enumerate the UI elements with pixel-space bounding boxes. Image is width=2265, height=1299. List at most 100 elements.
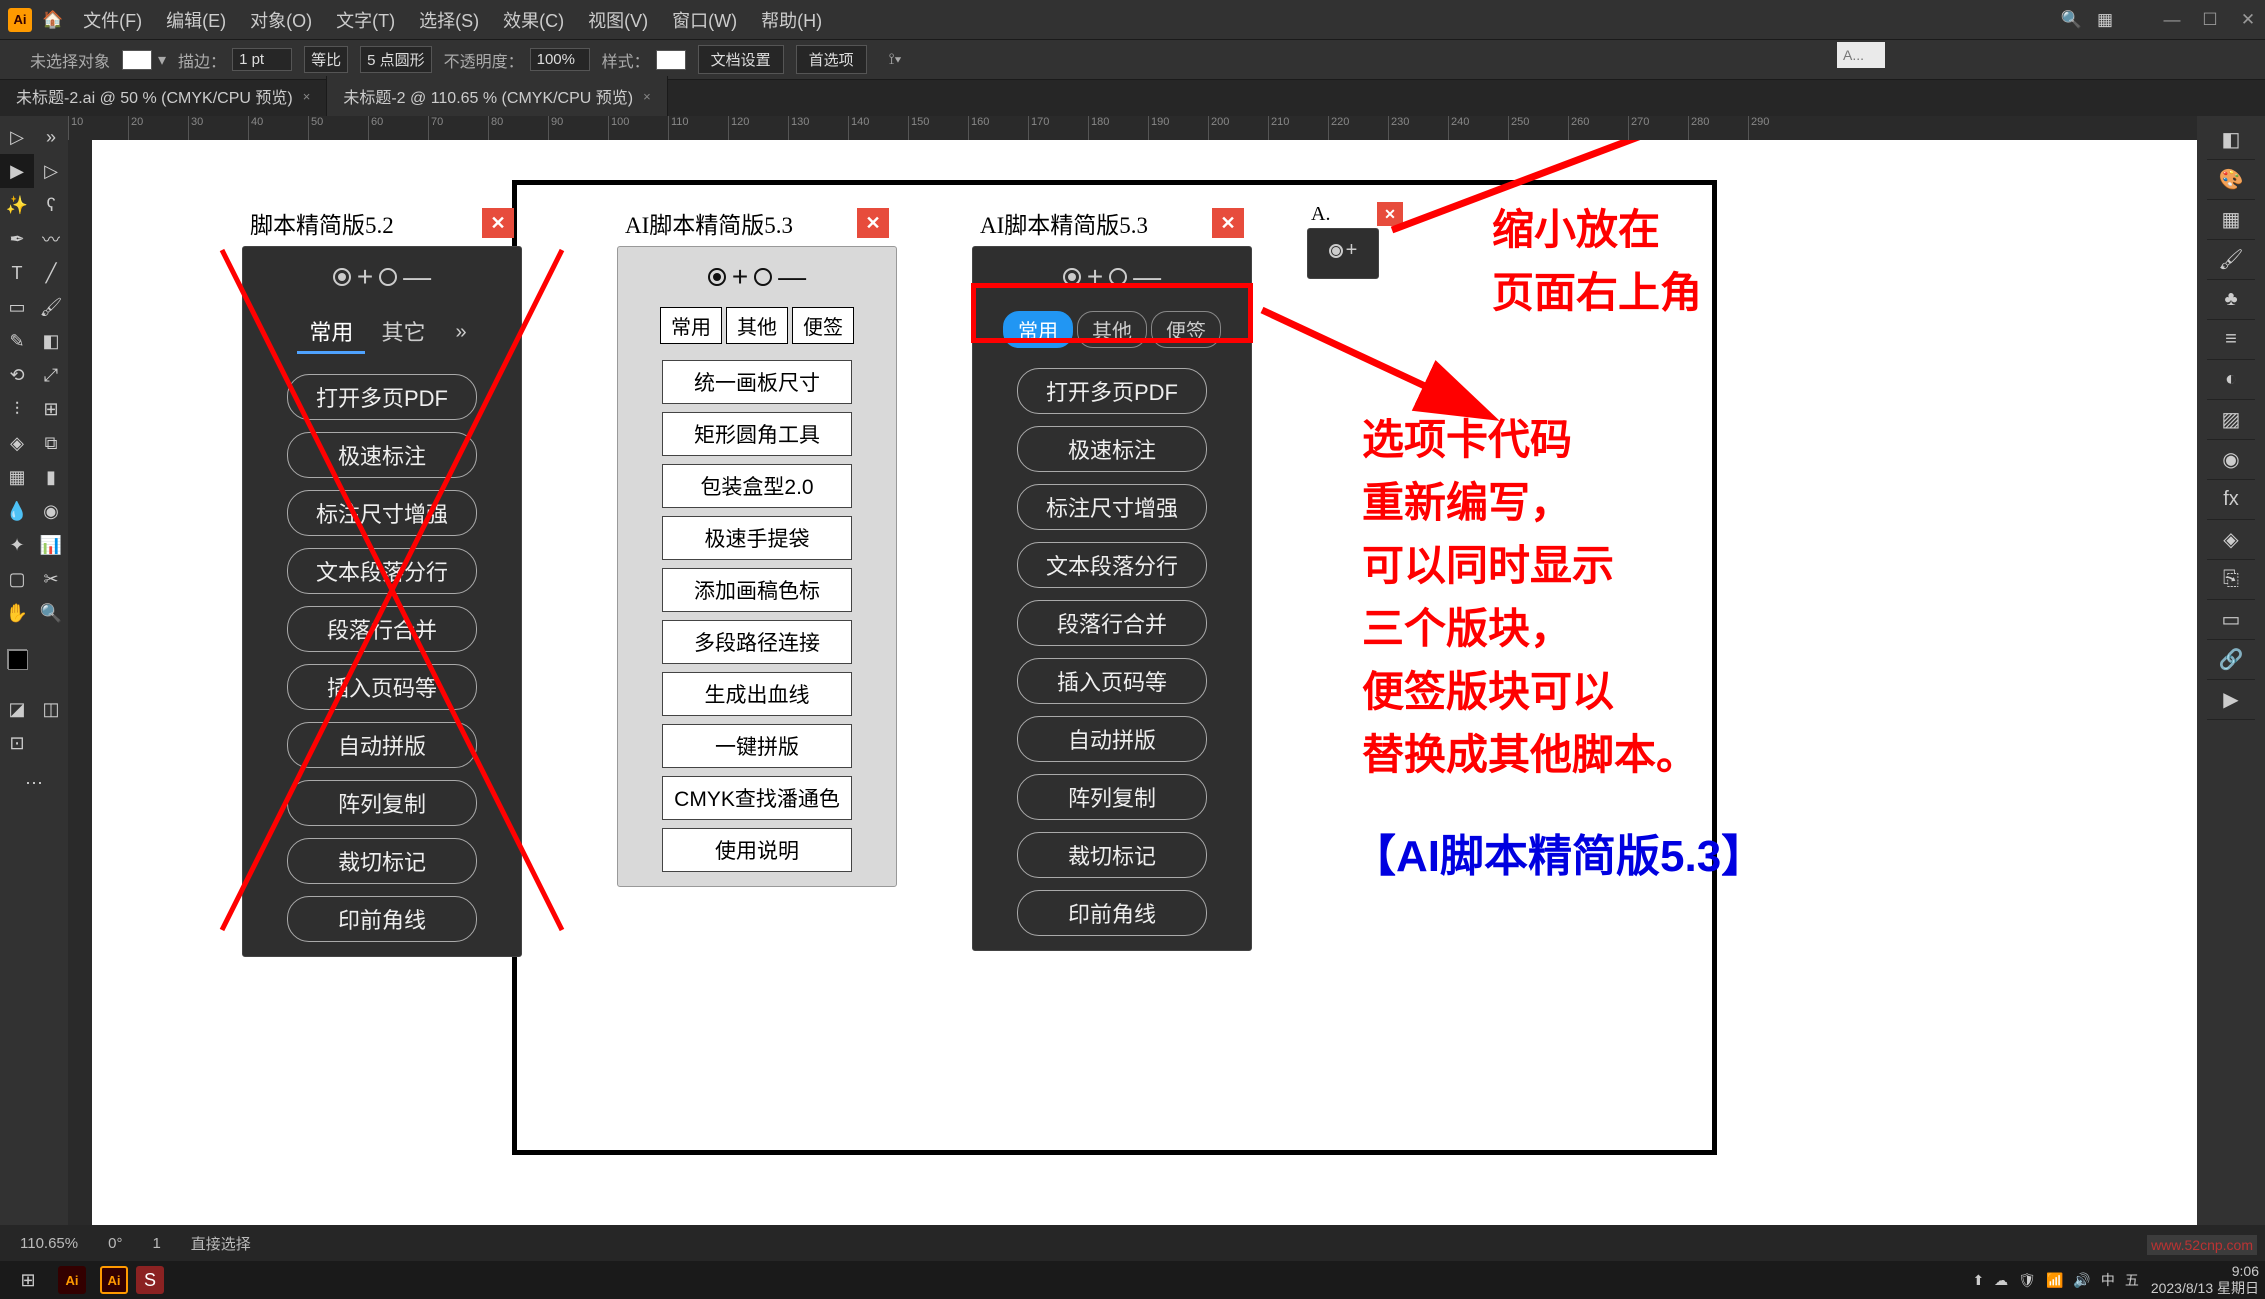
panel1-btn-2[interactable]: 标注尺寸增强 xyxy=(287,490,477,536)
pen-tool[interactable]: ✒ xyxy=(0,222,34,256)
graph-tool[interactable]: 📊 xyxy=(34,528,68,562)
panel3-btn-6[interactable]: 自动拼版 xyxy=(1017,716,1207,762)
menu-select[interactable]: 选择(S) xyxy=(419,7,479,33)
panel2-btn-5[interactable]: 多段路径连接 xyxy=(662,620,852,664)
panel1-btn-3[interactable]: 文本段落分行 xyxy=(287,548,477,594)
menu-view[interactable]: 视图(V) xyxy=(588,7,648,33)
align-icon[interactable]: ⟟▾ xyxy=(889,51,902,69)
doc-setup-button[interactable]: 文档设置 xyxy=(698,45,784,74)
menu-effect[interactable]: 效果(C) xyxy=(503,7,564,33)
chevron-right-icon[interactable]: » xyxy=(455,321,466,344)
opacity-input[interactable] xyxy=(530,48,590,71)
panel3-btn-0[interactable]: 打开多页PDF xyxy=(1017,368,1207,414)
panel2-close-button[interactable]: ✕ xyxy=(857,208,889,238)
panel2-tab-other[interactable]: 其他 xyxy=(726,307,788,344)
menu-object[interactable]: 对象(O) xyxy=(250,7,312,33)
scale-tool[interactable]: ⤢ xyxy=(34,358,68,392)
zoom-level[interactable]: 110.65% xyxy=(20,1235,78,1252)
panel2-tab-note[interactable]: 便签 xyxy=(792,307,854,344)
direct-selection-tool[interactable]: ▷ xyxy=(34,154,68,188)
panel1-btn-0[interactable]: 打开多页PDF xyxy=(287,374,477,420)
tray-icon[interactable]: ⬆ xyxy=(1972,1272,1984,1289)
tray-icon[interactable]: ☁ xyxy=(1994,1272,2008,1289)
menu-window[interactable]: 窗口(W) xyxy=(672,7,737,33)
panel2-btn-3[interactable]: 极速手提袋 xyxy=(662,516,852,560)
panel2-btn-7[interactable]: 一键拼版 xyxy=(662,724,852,768)
panel3-close-button[interactable]: ✕ xyxy=(1212,208,1244,238)
eraser-tool[interactable]: ◧ xyxy=(34,324,68,358)
draw-mode[interactable]: ◫ xyxy=(34,692,68,726)
start-button[interactable]: ⊞ xyxy=(6,1263,50,1297)
color-panel-icon[interactable]: 🎨 xyxy=(2207,160,2255,200)
style-swatch[interactable] xyxy=(656,50,686,70)
selection-tool[interactable]: ▶ xyxy=(0,154,34,188)
radio-on-icon[interactable] xyxy=(1329,244,1343,258)
rotation-angle[interactable]: 0° xyxy=(108,1235,122,1252)
appearance-panel-icon[interactable]: ◉ xyxy=(2207,440,2255,480)
panel4-close-button[interactable]: ✕ xyxy=(1377,202,1403,226)
panel1-btn-9[interactable]: 印前角线 xyxy=(287,896,477,942)
radio-on-icon[interactable] xyxy=(708,268,726,286)
preferences-button[interactable]: 首选项 xyxy=(796,45,867,74)
menu-file[interactable]: 文件(F) xyxy=(83,7,142,33)
panel3-btn-9[interactable]: 印前角线 xyxy=(1017,890,1207,936)
menu-edit[interactable]: 编辑(E) xyxy=(166,7,226,33)
libraries-panel-icon[interactable]: ▶ xyxy=(2207,680,2255,720)
menu-type[interactable]: 文字(T) xyxy=(336,7,395,33)
panel2-btn-8[interactable]: CMYK查找潘通色 xyxy=(662,776,852,820)
ime-icon[interactable]: 五 xyxy=(2125,1270,2139,1290)
line-tool[interactable]: ╱ xyxy=(34,256,68,290)
screen-mode[interactable]: ⊡ xyxy=(0,726,34,760)
panel2-btn-1[interactable]: 矩形圆角工具 xyxy=(662,412,852,456)
panel3-btn-5[interactable]: 插入页码等 xyxy=(1017,658,1207,704)
panel1-close-button[interactable]: ✕ xyxy=(482,208,514,238)
mesh-tool[interactable]: ▦ xyxy=(0,460,34,494)
taskbar-ai-icon-2[interactable]: Ai xyxy=(100,1266,128,1294)
panel1-btn-6[interactable]: 自动拼版 xyxy=(287,722,477,768)
type-tool[interactable]: T xyxy=(0,256,34,290)
minimized-panel-indicator[interactable]: A... xyxy=(1837,42,1885,68)
symbol-sprayer-tool[interactable]: ✦ xyxy=(0,528,34,562)
panel2-tab-common[interactable]: 常用 xyxy=(660,307,722,344)
tray-volume-icon[interactable]: 🔊 xyxy=(2073,1272,2090,1289)
tray-network-icon[interactable]: 📶 xyxy=(2046,1272,2063,1289)
panel3-btn-3[interactable]: 文本段落分行 xyxy=(1017,542,1207,588)
asset-export-panel-icon[interactable]: ⎘ xyxy=(2207,560,2255,600)
panel1-tab-other[interactable]: 其它 xyxy=(369,311,437,354)
panel1-btn-1[interactable]: 极速标注 xyxy=(287,432,477,478)
gradient-panel-icon[interactable]: ◐ xyxy=(2207,360,2255,400)
panel3-btn-8[interactable]: 裁切标记 xyxy=(1017,832,1207,878)
magic-wand-tool[interactable]: ✨ xyxy=(0,188,34,222)
panel2-btn-4[interactable]: 添加画稿色标 xyxy=(662,568,852,612)
panel3-btn-4[interactable]: 段落行合并 xyxy=(1017,600,1207,646)
hand-tool[interactable]: ✋ xyxy=(0,596,34,630)
panel2-btn-0[interactable]: 统一画板尺寸 xyxy=(662,360,852,404)
layers-panel-icon[interactable]: ◈ xyxy=(2207,520,2255,560)
radio-off-icon[interactable] xyxy=(754,268,772,286)
radio-on-icon[interactable] xyxy=(333,268,351,286)
minimize-icon[interactable]: — xyxy=(2163,10,2181,30)
width-tool[interactable]: ⫶ xyxy=(0,392,34,426)
home-icon[interactable]: 🏠 xyxy=(42,10,63,30)
fill-swatch[interactable] xyxy=(122,50,152,70)
doc-tab-1-close-icon[interactable]: × xyxy=(303,89,311,104)
panel2-btn-2[interactable]: 包装盒型2.0 xyxy=(662,464,852,508)
panel3-btn-2[interactable]: 标注尺寸增强 xyxy=(1017,484,1207,530)
properties-panel-icon[interactable]: ◧ xyxy=(2207,120,2255,160)
slice-tool[interactable]: ✂ xyxy=(34,562,68,596)
workspace-icon[interactable]: ▦ xyxy=(2097,10,2113,30)
graphic-styles-panel-icon[interactable]: fx xyxy=(2207,480,2255,520)
taskbar-ai-icon-1[interactable]: Ai xyxy=(58,1266,86,1294)
symbols-panel-icon[interactable]: ♣ xyxy=(2207,280,2255,320)
perspective-tool[interactable]: ⧉ xyxy=(34,426,68,460)
fill-stroke-swatch[interactable] xyxy=(0,642,34,676)
panel1-btn-7[interactable]: 阵列复制 xyxy=(287,780,477,826)
scale-dropdown[interactable]: 等比 xyxy=(304,46,348,73)
color-mode[interactable]: ◪ xyxy=(0,692,34,726)
swatches-panel-icon[interactable]: ▦ xyxy=(2207,200,2255,240)
panel1-btn-5[interactable]: 插入页码等 xyxy=(287,664,477,710)
doc-tab-2[interactable]: 未标题-2 @ 110.65 % (CMYK/CPU 预览) × xyxy=(327,76,667,116)
gradient-tool[interactable]: ▮ xyxy=(34,460,68,494)
expand-icon[interactable]: » xyxy=(34,120,68,154)
artboard-tool[interactable]: ▢ xyxy=(0,562,34,596)
